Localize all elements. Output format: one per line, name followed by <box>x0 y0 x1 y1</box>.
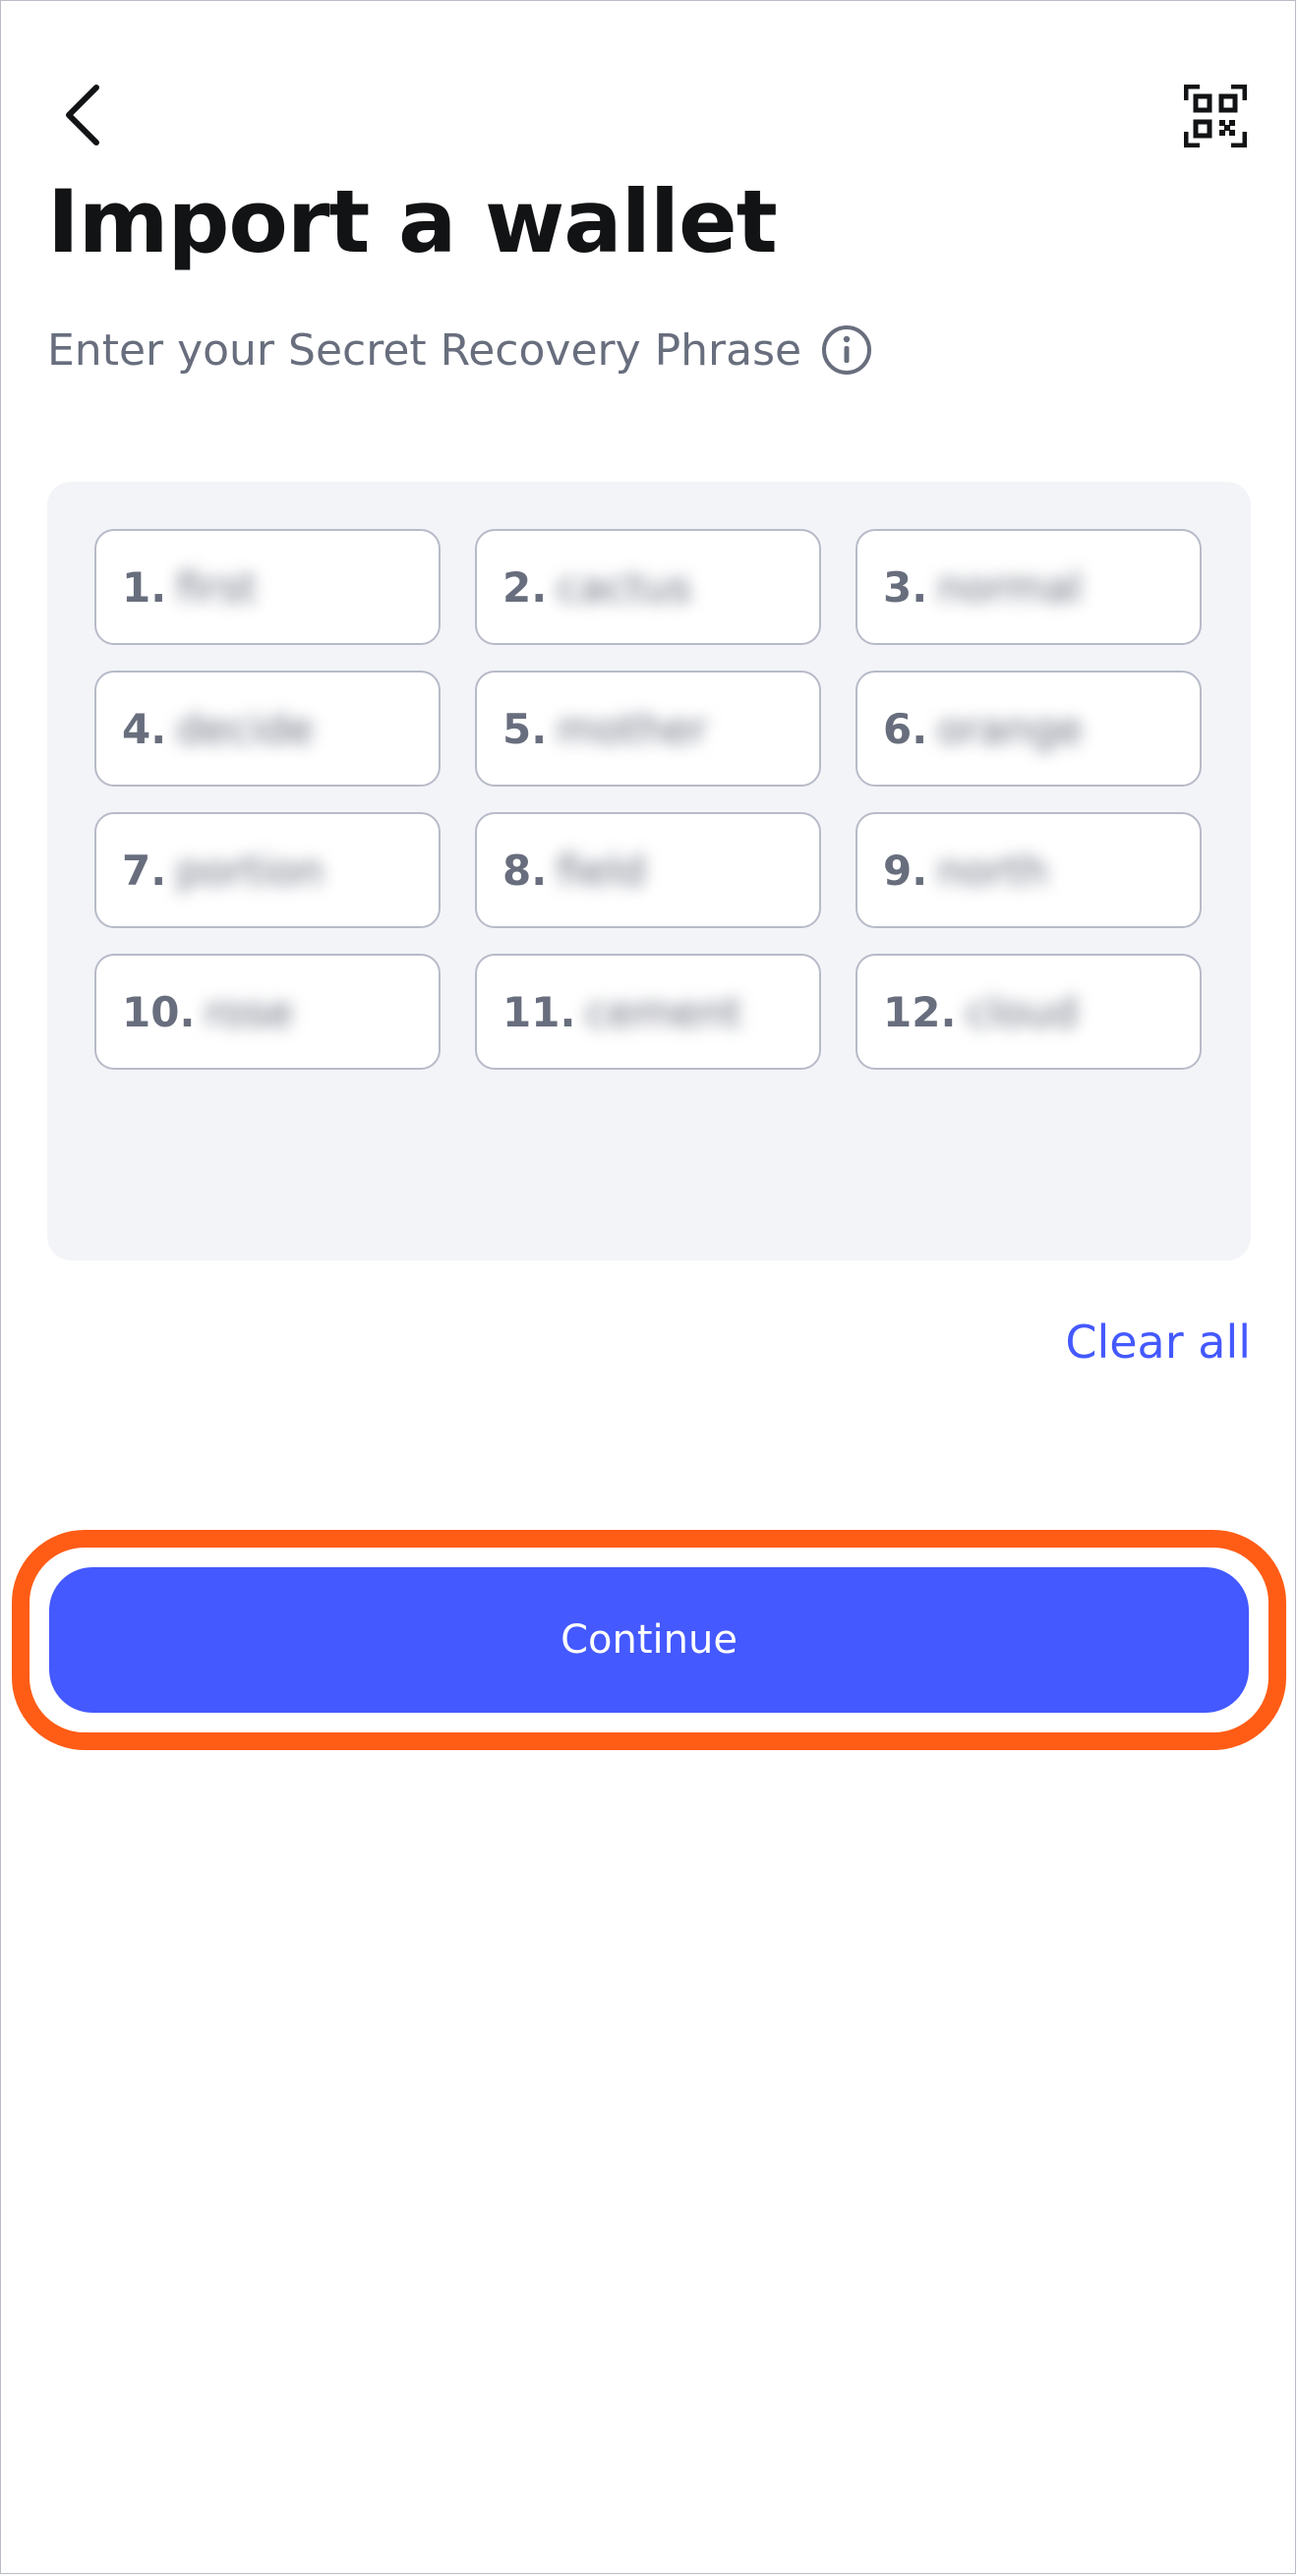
page-title: Import a wallet <box>47 171 778 272</box>
qr-scan-button[interactable] <box>1176 77 1255 155</box>
continue-button-label: Continue <box>560 1617 738 1663</box>
srp-word-field[interactable]: 2. cactus <box>475 529 821 645</box>
srp-word-field[interactable]: 8. field <box>475 812 821 928</box>
srp-word-field[interactable]: 10. rose <box>94 954 441 1070</box>
srp-word-value: mother <box>557 704 707 753</box>
srp-word-number: 3. <box>883 562 928 612</box>
srp-word-value: north <box>937 846 1048 895</box>
srp-word-number: 7. <box>122 846 167 895</box>
srp-word-field[interactable]: 3. normal <box>856 529 1202 645</box>
srp-word-field[interactable]: 11. cement <box>475 954 821 1070</box>
srp-word-number: 10. <box>122 987 196 1036</box>
srp-word-number: 5. <box>502 704 548 753</box>
srp-word-grid: 1. first 2. cactus 3. normal 4. decide 5… <box>94 529 1202 1070</box>
srp-word-value: rose <box>205 987 294 1036</box>
srp-word-number: 6. <box>883 704 928 753</box>
srp-word-number: 4. <box>122 704 167 753</box>
srp-word-value: normal <box>937 562 1083 612</box>
srp-word-number: 8. <box>502 846 548 895</box>
info-circle-icon[interactable] <box>821 324 872 376</box>
srp-word-value: orange <box>937 704 1084 753</box>
qr-scan-icon <box>1184 85 1247 147</box>
clear-all-button[interactable]: Clear all <box>1065 1316 1251 1369</box>
srp-word-value: portion <box>176 846 324 895</box>
srp-word-field[interactable]: 5. mother <box>475 671 821 787</box>
srp-word-field[interactable]: 1. first <box>94 529 441 645</box>
srp-word-value: cactus <box>557 562 692 612</box>
srp-word-value: decide <box>176 704 314 753</box>
subtitle-row: Enter your Secret Recovery Phrase <box>47 324 872 376</box>
continue-button[interactable]: Continue <box>43 1561 1255 1719</box>
srp-word-field[interactable]: 12. cloud <box>856 954 1202 1070</box>
srp-word-value: cement <box>585 987 742 1036</box>
srp-word-number: 12. <box>883 987 957 1036</box>
srp-word-number: 11. <box>502 987 576 1036</box>
srp-word-number: 9. <box>883 846 928 895</box>
srp-word-number: 2. <box>502 562 548 612</box>
back-button[interactable] <box>47 71 118 159</box>
subtitle: Enter your Secret Recovery Phrase <box>47 324 802 376</box>
screen-frame <box>0 0 1296 2574</box>
srp-word-field[interactable]: 6. orange <box>856 671 1202 787</box>
srp-word-number: 1. <box>122 562 167 612</box>
srp-word-field[interactable]: 7. portion <box>94 812 441 928</box>
srp-word-value: field <box>557 846 646 895</box>
srp-word-value: cloud <box>966 987 1079 1036</box>
srp-word-value: first <box>176 562 258 612</box>
srp-word-field[interactable]: 4. decide <box>94 671 441 787</box>
srp-input-panel: 1. first 2. cactus 3. normal 4. decide 5… <box>47 482 1251 1260</box>
chevron-left-icon <box>66 85 99 146</box>
srp-word-field[interactable]: 9. north <box>856 812 1202 928</box>
